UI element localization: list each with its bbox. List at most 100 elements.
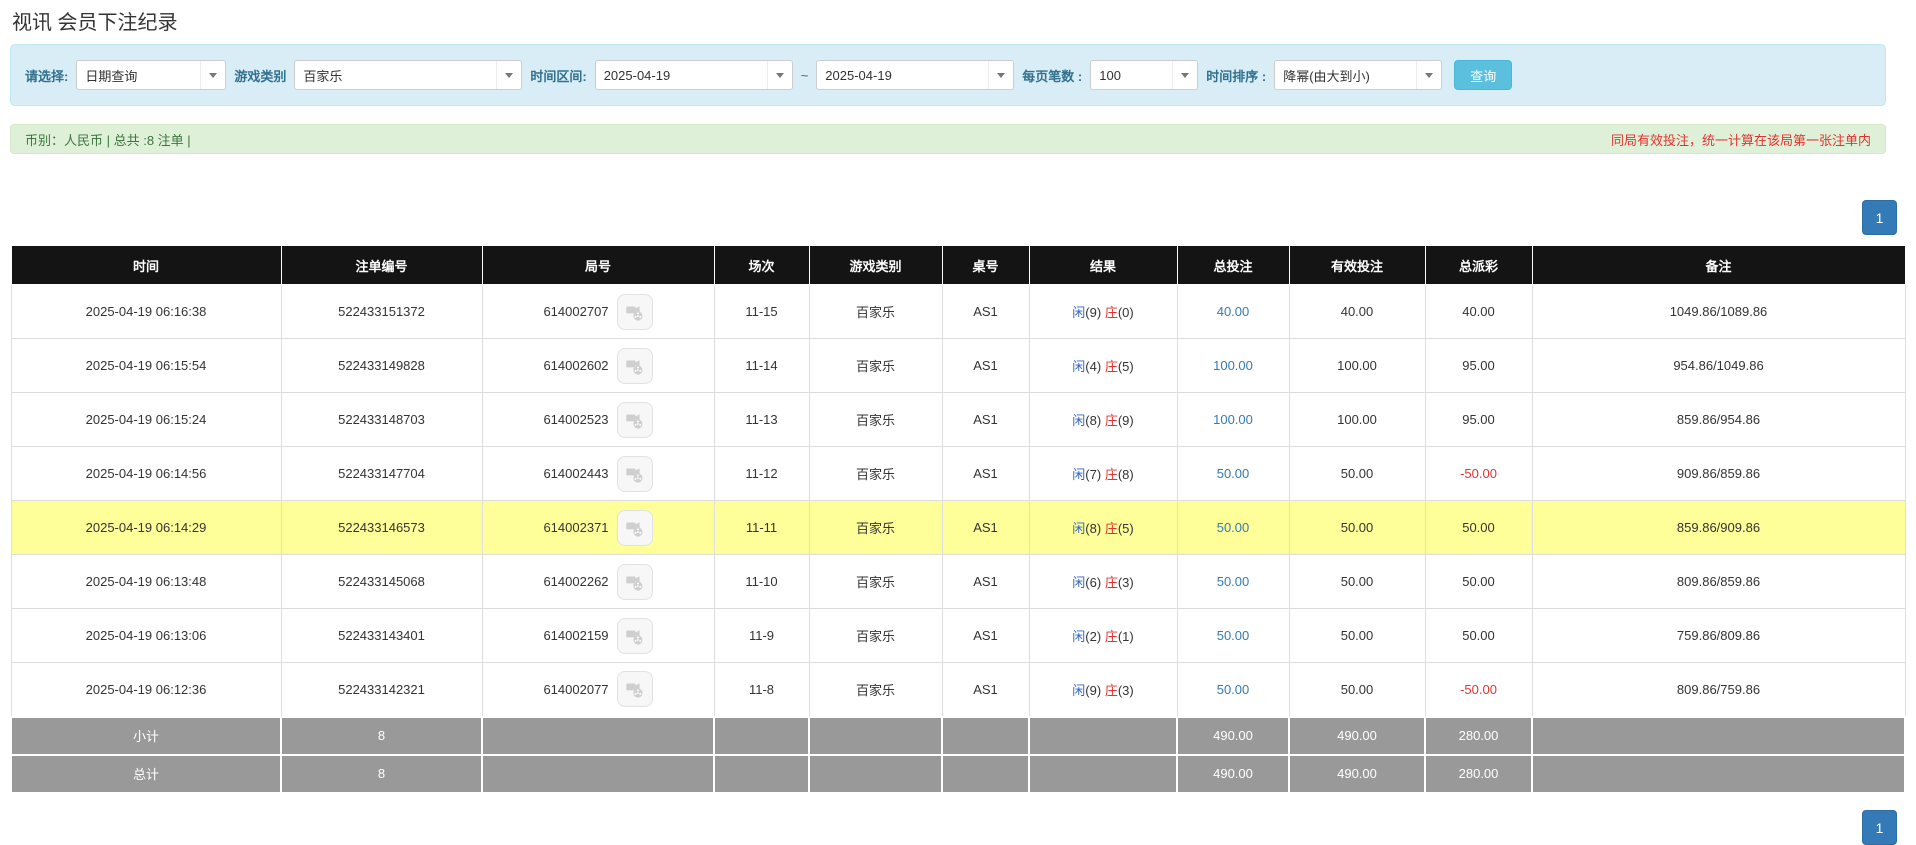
banker-score: (5)	[1118, 521, 1134, 536]
query-button[interactable]: 查询	[1454, 60, 1512, 90]
query-type-value: 日期查询	[77, 61, 200, 89]
player-label: 闲	[1072, 521, 1085, 536]
total-bet-cell: 50.00	[1177, 501, 1289, 555]
total-valid-bet: 490.00	[1289, 755, 1425, 793]
total-bet-link[interactable]: 100.00	[1213, 412, 1253, 427]
filter-panel: 请选择: 日期查询 游戏类别 百家乐 时间区间: 2025-04-19 ~ 20…	[10, 44, 1886, 106]
total-bet-link[interactable]: 50.00	[1217, 682, 1250, 697]
total-bet-link[interactable]: 40.00	[1217, 304, 1250, 319]
total-bet-link[interactable]: 50.00	[1217, 628, 1250, 643]
player-score: (8)	[1085, 521, 1101, 536]
table-header-row: 时间 注单编号 局号 场次 游戏类别 桌号 结果 总投注 有效投注 总派彩 备注	[11, 246, 1905, 285]
table-no-cell: AS1	[942, 663, 1029, 717]
result-cell: 闲(6) 庄(3)	[1029, 555, 1177, 609]
payout-cell: 95.00	[1425, 393, 1532, 447]
col-bet-id: 注单编号	[281, 246, 482, 285]
total-total-bet: 490.00	[1177, 755, 1289, 793]
valid-bet-cell: 50.00	[1289, 555, 1425, 609]
banker-label: 庄	[1105, 305, 1118, 320]
video-replay-button[interactable]	[617, 402, 653, 438]
subtotal-label: 小计	[11, 717, 281, 755]
player-label: 闲	[1072, 629, 1085, 644]
time-cell: 2025-04-19 06:15:24	[11, 393, 281, 447]
page-size-value: 100	[1091, 61, 1172, 89]
result-cell: 闲(8) 庄(5)	[1029, 501, 1177, 555]
total-bet-link[interactable]: 50.00	[1217, 466, 1250, 481]
chevron-down-icon[interactable]	[496, 61, 521, 89]
total-bet-link[interactable]: 50.00	[1217, 574, 1250, 589]
table-no-cell: AS1	[942, 501, 1029, 555]
player-label: 闲	[1072, 359, 1085, 374]
payout-cell: 40.00	[1425, 285, 1532, 339]
table-row: 2025-04-19 06:14:29 522433146573 6140023…	[11, 501, 1905, 555]
total-bet-link[interactable]: 100.00	[1213, 358, 1253, 373]
date-from-select[interactable]: 2025-04-19	[595, 60, 793, 90]
query-type-label: 请选择:	[25, 66, 68, 85]
total-bet-cell: 50.00	[1177, 663, 1289, 717]
time-cell: 2025-04-19 06:15:54	[11, 339, 281, 393]
player-score: (9)	[1085, 683, 1101, 698]
banker-score: (3)	[1118, 575, 1134, 590]
player-score: (6)	[1085, 575, 1101, 590]
session-cell: 11-9	[714, 609, 809, 663]
table-no-cell: AS1	[942, 339, 1029, 393]
round-id-value: 614002371	[543, 520, 608, 535]
game-category-cell: 百家乐	[809, 285, 942, 339]
total-count: 8	[281, 755, 482, 793]
page-size-label: 每页笔数 :	[1022, 66, 1082, 85]
pagination-page-1-bottom[interactable]: 1	[1862, 810, 1897, 845]
bet-id-cell: 522433146573	[281, 501, 482, 555]
video-replay-button[interactable]	[617, 456, 653, 492]
page-size-select[interactable]: 100	[1090, 60, 1198, 90]
video-replay-button[interactable]	[617, 294, 653, 330]
video-replay-button[interactable]	[617, 510, 653, 546]
chevron-down-icon[interactable]	[767, 61, 792, 89]
chevron-down-icon[interactable]	[1416, 61, 1441, 89]
video-replay-button[interactable]	[617, 671, 653, 707]
game-category-select[interactable]: 百家乐	[294, 60, 522, 90]
video-replay-button[interactable]	[617, 348, 653, 384]
chevron-down-icon[interactable]	[1172, 61, 1197, 89]
result-cell: 闲(9) 庄(3)	[1029, 663, 1177, 717]
note-cell: 859.86/909.86	[1532, 501, 1905, 555]
col-table-no: 桌号	[942, 246, 1029, 285]
video-replay-button[interactable]	[617, 618, 653, 654]
table-row: 2025-04-19 06:14:56 522433147704 6140024…	[11, 447, 1905, 501]
player-score: (9)	[1085, 305, 1101, 320]
round-id-value: 614002262	[543, 574, 608, 589]
bet-id-cell: 522433143401	[281, 609, 482, 663]
tilde-separator: ~	[801, 68, 809, 83]
bet-id-cell: 522433151372	[281, 285, 482, 339]
query-type-select[interactable]: 日期查询	[76, 60, 226, 90]
table-row: 2025-04-19 06:13:48 522433145068 6140022…	[11, 555, 1905, 609]
total-bet-link[interactable]: 50.00	[1217, 520, 1250, 535]
round-id-cell: 614002159	[482, 609, 714, 663]
pagination-page-1[interactable]: 1	[1862, 200, 1897, 235]
chevron-down-icon[interactable]	[200, 61, 225, 89]
player-label: 闲	[1072, 467, 1085, 482]
chevron-down-icon[interactable]	[988, 61, 1013, 89]
video-icon	[624, 571, 646, 593]
date-to-select[interactable]: 2025-04-19	[816, 60, 1014, 90]
valid-bet-cell: 100.00	[1289, 393, 1425, 447]
payout-cell: 50.00	[1425, 609, 1532, 663]
col-round-id: 局号	[482, 246, 714, 285]
banker-label: 庄	[1105, 413, 1118, 428]
time-sort-select[interactable]: 降幂(由大到小)	[1274, 60, 1442, 90]
col-session: 场次	[714, 246, 809, 285]
total-label: 总计	[11, 755, 281, 793]
session-cell: 11-15	[714, 285, 809, 339]
session-cell: 11-11	[714, 501, 809, 555]
table-no-cell: AS1	[942, 285, 1029, 339]
round-id-cell: 614002602	[482, 339, 714, 393]
player-label: 闲	[1072, 683, 1085, 698]
game-category-cell: 百家乐	[809, 501, 942, 555]
banker-label: 庄	[1105, 683, 1118, 698]
time-cell: 2025-04-19 06:14:29	[11, 501, 281, 555]
notice-text: 同局有效投注，统一计算在该局第一张注单内	[1611, 130, 1871, 149]
player-score: (4)	[1085, 359, 1101, 374]
time-range-label: 时间区间:	[530, 66, 586, 85]
video-replay-button[interactable]	[617, 564, 653, 600]
note-cell: 909.86/859.86	[1532, 447, 1905, 501]
result-cell: 闲(4) 庄(5)	[1029, 339, 1177, 393]
